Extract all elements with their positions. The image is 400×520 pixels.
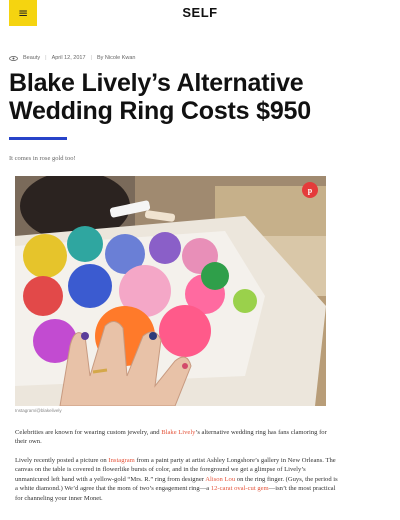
headline-rule [9,137,67,140]
byline[interactable]: By Nicole Kwan [97,55,136,61]
instagram-link[interactable]: Instagram [108,457,134,464]
alison-lou-link[interactable]: Alison Lou [205,476,235,483]
blake-lively-link[interactable]: Blake Lively [161,429,195,436]
article-dek: It comes in rose gold too! [9,155,76,162]
pinterest-icon[interactable]: p [302,182,318,198]
site-header: ≡ SELF [0,0,400,26]
eye-icon [9,55,18,61]
meta-divider: | [45,55,47,61]
p2-text-a: Lively recently posted a picture on [15,457,109,464]
meta-divider: | [90,55,92,61]
engagement-ring-link[interactable]: 12-carat oval-cut gem [211,485,269,492]
pinterest-glyph: p [307,185,313,195]
article-photo: p [15,176,326,406]
article-headline: Blake Lively’s Alternative Wedding Ring … [9,69,311,125]
body-paragraph-1: Celebrities are known for wearing custom… [15,428,340,447]
body-paragraph-2: Lively recently posted a picture on Inst… [15,456,340,503]
category-link[interactable]: Beauty [23,55,40,61]
p1-text-a: Celebrities are known for wearing custom… [15,429,162,436]
photo-credit: Instagram/@blakelively [15,408,62,413]
painting-photo-illustration [15,176,326,406]
site-logo[interactable]: SELF [0,5,400,20]
publish-date: April 12, 2017 [51,55,86,61]
article-meta: Beauty | April 12, 2017 | By Nicole Kwan [9,55,135,61]
